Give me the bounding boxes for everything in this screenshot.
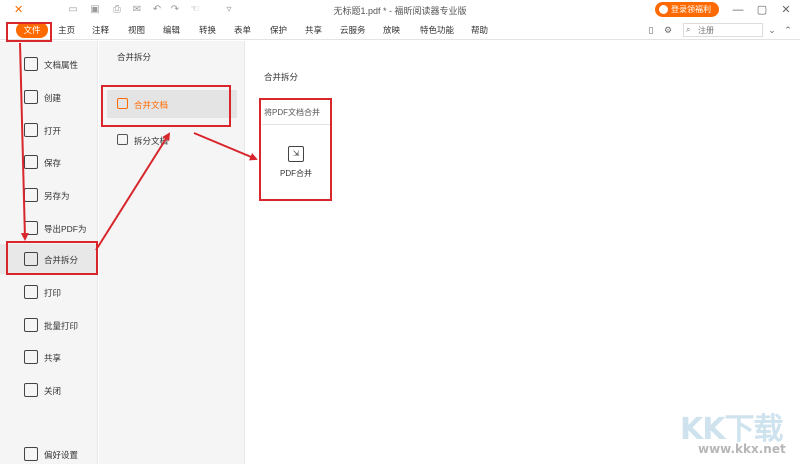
- user-icon: [659, 5, 668, 14]
- sidebar-item-open[interactable]: 打开: [0, 115, 98, 145]
- sidebar-item-share[interactable]: 共享: [0, 342, 98, 372]
- close-window-icon[interactable]: ✕: [778, 2, 794, 18]
- menu-edit[interactable]: 编辑: [163, 23, 180, 37]
- sidebar-item-label: 创建: [44, 93, 62, 103]
- export-icon: [24, 221, 38, 235]
- save-icon: [24, 155, 38, 169]
- annotation-box-merge-split: [6, 241, 98, 275]
- sidebar-item-save[interactable]: 保存: [0, 147, 98, 177]
- document-properties-icon: [24, 57, 38, 71]
- open-icon: [24, 123, 38, 137]
- menu-help[interactable]: 帮助: [471, 23, 488, 37]
- menu-comment[interactable]: 注释: [92, 23, 109, 37]
- maximize-icon[interactable]: ▢: [754, 2, 770, 18]
- sidebar-item-label: 打印: [44, 288, 62, 298]
- menu-slideshow[interactable]: 放映: [383, 23, 400, 37]
- sidebar-item-document-properties[interactable]: 文档属性: [0, 49, 98, 79]
- sidebar-item-label: 保存: [44, 158, 62, 168]
- menu-protect[interactable]: 保护: [270, 23, 287, 37]
- sidebar-item-label: 关闭: [44, 386, 62, 396]
- submenu-item-split-document[interactable]: 拆分文档: [107, 126, 237, 154]
- sidebar-item-label: 批量打印: [44, 321, 79, 331]
- phone-icon[interactable]: ▯: [645, 24, 657, 36]
- sidebar-item-batch-print[interactable]: 批量打印: [0, 310, 98, 340]
- menu-form[interactable]: 表单: [234, 23, 251, 37]
- sidebar-item-label: 导出PDF为: [44, 224, 87, 234]
- main-title: 合并拆分: [264, 72, 299, 82]
- sidebar-item-export[interactable]: 导出PDF为: [0, 213, 98, 243]
- print-icon: [24, 285, 38, 299]
- annotation-box-pdf-merge: [259, 98, 332, 201]
- search-icon: ⌕: [686, 25, 691, 34]
- sidebar-item-label: 文档属性: [44, 60, 79, 70]
- menu-cloud[interactable]: 云服务: [340, 23, 366, 37]
- close-icon: [24, 383, 38, 397]
- menu-share[interactable]: 共享: [305, 23, 322, 37]
- annotation-box-merge-document: [101, 85, 231, 127]
- login-label: 登录领福利: [671, 5, 711, 14]
- submenu-title: 合并拆分: [117, 52, 152, 62]
- watermark: KK下载 www.kkx.net: [676, 404, 794, 460]
- minimize-icon[interactable]: —: [730, 2, 746, 18]
- sidebar-item-label: 共享: [44, 353, 62, 363]
- sidebar-item-save-as[interactable]: 另存为: [0, 180, 98, 210]
- login-button[interactable]: 登录领福利: [655, 2, 719, 17]
- menu-view[interactable]: 视图: [128, 23, 145, 37]
- settings-icon[interactable]: ⚙: [662, 24, 674, 36]
- share-icon: [24, 350, 38, 364]
- chevron-up-icon[interactable]: ⌃: [782, 24, 794, 36]
- split-document-icon: [117, 134, 128, 145]
- submenu-item-label: 拆分文档: [134, 136, 169, 146]
- menu-bar: 文件 主页 注释 视图 编辑 转换 表单 保护 共享 云服务 放映 特色功能 帮…: [0, 20, 800, 40]
- batch-print-icon: [24, 318, 38, 332]
- sidebar-item-preferences[interactable]: 偏好设置: [0, 439, 98, 464]
- sidebar-item-close[interactable]: 关闭: [0, 375, 98, 405]
- sidebar-item-create[interactable]: 创建: [0, 82, 98, 112]
- annotation-box-file-menu: [6, 22, 52, 42]
- save-as-icon: [24, 188, 38, 202]
- chevron-down-icon[interactable]: ⌄: [766, 24, 778, 36]
- sidebar-item-label: 另存为: [44, 191, 70, 201]
- watermark-url: www.kkx.net: [698, 442, 786, 456]
- menu-features[interactable]: 特色功能: [420, 23, 454, 37]
- create-icon: [24, 90, 38, 104]
- sidebar-item-print[interactable]: 打印: [0, 277, 98, 307]
- title-bar: ✕ ▭ ▣ ⎙ ✉ ↶ ↷ ☜ ▿ 无标题1.pdf * - 福昕阅读器专业版 …: [0, 0, 800, 20]
- menu-home[interactable]: 主页: [58, 23, 75, 37]
- search-box[interactable]: ⌕: [683, 23, 763, 37]
- search-input[interactable]: [698, 24, 760, 36]
- preferences-icon: [24, 447, 38, 461]
- sidebar-item-label: 偏好设置: [44, 450, 79, 460]
- menu-convert[interactable]: 转换: [199, 23, 216, 37]
- sidebar-item-label: 打开: [44, 126, 62, 136]
